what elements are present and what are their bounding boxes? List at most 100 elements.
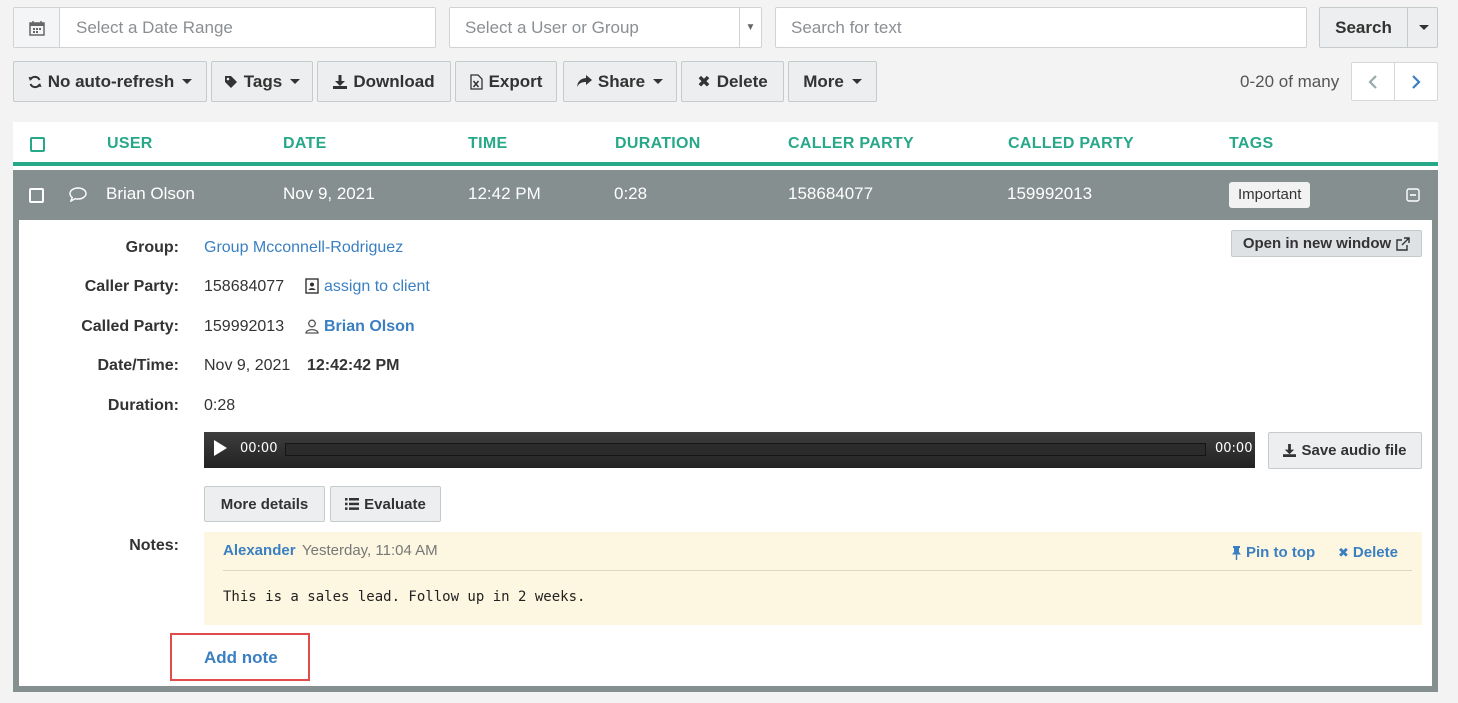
duration-value: 0:28 bbox=[204, 397, 236, 414]
excel-file-icon bbox=[469, 73, 483, 90]
column-header-called-party[interactable]: CALLED PARTY bbox=[1008, 135, 1134, 153]
save-audio-label: Save audio file bbox=[1301, 442, 1407, 459]
external-link-icon bbox=[1396, 236, 1410, 251]
column-header-time[interactable]: TIME bbox=[468, 135, 507, 153]
row-caller-party: 158684077 bbox=[788, 184, 874, 203]
table-header: USER DATE TIME DURATION CALLER PARTY CAL… bbox=[13, 122, 1438, 166]
search-button-label: Search bbox=[1335, 17, 1392, 37]
comment-icon bbox=[69, 187, 87, 202]
note-text: This is a sales lead. Follow up in 2 wee… bbox=[223, 589, 586, 605]
more-button[interactable]: More bbox=[788, 61, 877, 102]
row-user: Brian Olson bbox=[106, 184, 195, 203]
chevron-left-icon bbox=[1368, 74, 1377, 89]
called-user-link[interactable]: Brian Olson bbox=[324, 318, 415, 336]
select-all-checkbox[interactable] bbox=[30, 137, 45, 152]
tags-label: Tags bbox=[243, 71, 283, 91]
add-note-link[interactable]: Add note bbox=[204, 648, 278, 668]
duration-label: Duration: bbox=[107, 397, 179, 414]
chevron-down-icon[interactable]: ▼ bbox=[739, 8, 761, 47]
group-label: Group: bbox=[125, 239, 179, 256]
note-card: Alexander Yesterday, 11:04 AM Pin to top… bbox=[204, 532, 1422, 625]
contact-card-icon bbox=[305, 278, 319, 294]
search-options-dropdown[interactable] bbox=[1407, 7, 1438, 48]
search-text-placeholder: Search for text bbox=[791, 18, 902, 37]
caret-down-icon bbox=[1418, 25, 1429, 30]
chevron-right-icon bbox=[1412, 74, 1421, 89]
note-delete-button[interactable]: ✖ Delete bbox=[1338, 544, 1398, 561]
download-label: Download bbox=[353, 71, 435, 91]
share-label: Share bbox=[597, 71, 646, 91]
row-time: 12:42 PM bbox=[468, 184, 541, 203]
open-new-window-label: Open in new window bbox=[1242, 235, 1392, 252]
datetime-label: Date/Time: bbox=[97, 357, 179, 374]
note-timestamp: Yesterday, 11:04 AM bbox=[302, 542, 438, 559]
notes-label: Notes: bbox=[129, 537, 179, 554]
row-date: Nov 9, 2021 bbox=[283, 184, 375, 203]
search-button[interactable]: Search bbox=[1319, 7, 1408, 48]
export-label: Export bbox=[488, 71, 543, 91]
group-link[interactable]: Group Mcconnell-Rodriguez bbox=[204, 239, 403, 257]
column-header-duration[interactable]: DURATION bbox=[615, 135, 701, 153]
refresh-icon bbox=[28, 75, 42, 88]
row-duration: 0:28 bbox=[614, 184, 648, 203]
auto-refresh-button[interactable]: No auto-refresh bbox=[13, 61, 207, 102]
note-delete-label: Delete bbox=[1352, 544, 1398, 561]
next-page-button[interactable] bbox=[1394, 62, 1438, 101]
column-header-tags[interactable]: TAGS bbox=[1229, 135, 1273, 153]
export-button[interactable]: Export bbox=[455, 61, 557, 102]
date-range-field[interactable]: Select a Date Range bbox=[13, 7, 436, 48]
user-group-placeholder: Select a User or Group bbox=[465, 18, 639, 37]
collapse-icon[interactable] bbox=[1406, 188, 1420, 202]
share-button[interactable]: Share bbox=[563, 61, 677, 102]
tag-badge-important[interactable]: Important bbox=[1229, 182, 1311, 208]
download-icon bbox=[1283, 444, 1297, 457]
more-details-button[interactable]: More details bbox=[204, 486, 325, 522]
caret-down-icon bbox=[182, 79, 193, 84]
caller-party-label: Caller Party: bbox=[84, 278, 179, 295]
date-range-placeholder: Select a Date Range bbox=[76, 18, 233, 37]
assign-to-client-link[interactable]: assign to client bbox=[324, 278, 430, 296]
pin-icon bbox=[1232, 545, 1241, 560]
delete-button[interactable]: ✖ Delete bbox=[681, 61, 784, 102]
calendar-icon[interactable] bbox=[14, 8, 60, 47]
tags-button[interactable]: Tags bbox=[211, 61, 313, 102]
user-icon bbox=[305, 319, 319, 334]
audio-player[interactable]: 00:00 00:00 bbox=[204, 432, 1255, 468]
recording-detail-panel: Open in new window Group: Group Mcconnel… bbox=[13, 220, 1438, 692]
caret-down-icon bbox=[290, 79, 301, 84]
note-author[interactable]: Alexander bbox=[223, 542, 296, 559]
caret-down-icon bbox=[851, 79, 862, 84]
open-new-window-button[interactable]: Open in new window bbox=[1231, 230, 1422, 257]
tag-icon bbox=[224, 75, 237, 88]
pin-to-top-button[interactable]: Pin to top bbox=[1231, 544, 1315, 561]
pagination-text: 0-20 of many bbox=[1240, 72, 1340, 91]
column-header-date[interactable]: DATE bbox=[283, 135, 327, 153]
time-value: 12:42:42 PM bbox=[307, 357, 400, 374]
note-divider bbox=[223, 570, 1412, 571]
caller-party-value: 158684077 bbox=[204, 278, 285, 295]
column-header-caller-party[interactable]: CALLER PARTY bbox=[788, 135, 914, 153]
date-value: Nov 9, 2021 bbox=[204, 357, 291, 374]
called-party-value: 159992013 bbox=[204, 318, 285, 335]
list-icon bbox=[345, 498, 360, 510]
row-called-party: 159992013 bbox=[1007, 184, 1093, 203]
audio-current-time: 00:00 bbox=[240, 441, 278, 456]
evaluate-button[interactable]: Evaluate bbox=[330, 486, 441, 522]
play-icon[interactable] bbox=[214, 440, 227, 456]
called-party-label: Called Party: bbox=[81, 318, 179, 335]
download-button[interactable]: Download bbox=[317, 61, 451, 102]
audio-progress-track[interactable] bbox=[285, 443, 1206, 456]
search-text-input[interactable]: Search for text bbox=[775, 7, 1307, 48]
more-details-label: More details bbox=[220, 495, 309, 513]
audio-total-time: 00:00 bbox=[1215, 441, 1253, 456]
row-checkbox[interactable] bbox=[29, 188, 44, 203]
pin-to-top-label: Pin to top bbox=[1246, 544, 1316, 561]
user-group-select[interactable]: Select a User or Group ▼ bbox=[449, 7, 762, 48]
save-audio-button[interactable]: Save audio file bbox=[1268, 432, 1422, 469]
column-header-user[interactable]: USER bbox=[107, 135, 153, 153]
evaluate-label: Evaluate bbox=[364, 495, 426, 513]
auto-refresh-label: No auto-refresh bbox=[47, 71, 175, 91]
table-row[interactable]: Brian Olson Nov 9, 2021 12:42 PM 0:28 15… bbox=[13, 170, 1438, 220]
download-icon bbox=[333, 74, 348, 89]
prev-page-button[interactable] bbox=[1351, 62, 1395, 101]
